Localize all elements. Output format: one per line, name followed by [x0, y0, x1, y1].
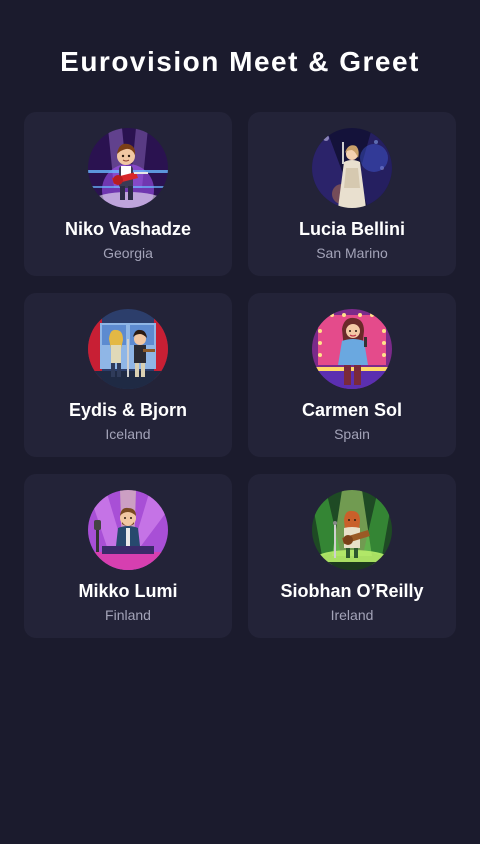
- artist-name: Eydis & Bjorn: [68, 400, 188, 420]
- artist-country: Finland: [105, 607, 151, 623]
- artist-avatar: [312, 490, 392, 570]
- page-title: Eurovision Meet & Greet: [60, 46, 420, 77]
- artist-country: Iceland: [105, 426, 151, 442]
- artist-avatar: [312, 309, 392, 389]
- artist-country: Ireland: [330, 607, 374, 623]
- artist-card[interactable]: Mikko Lumi Finland: [24, 474, 232, 638]
- artist-name: Niko Vashadze: [64, 219, 192, 239]
- artist-card[interactable]: Siobhan O’Reilly Ireland: [248, 474, 456, 638]
- artist-card[interactable]: Lucia Bellini San Marino: [248, 112, 456, 276]
- artist-country: Spain: [334, 426, 370, 442]
- artist-country: San Marino: [316, 245, 388, 261]
- artist-avatar: [88, 309, 168, 389]
- artist-grid: Niko Vashadze Georgia Lucia Bellini San …: [24, 112, 456, 638]
- artist-name: Carmen Sol: [301, 400, 403, 420]
- artist-name: Siobhan O’Reilly: [280, 581, 424, 601]
- artist-name: Lucia Bellini: [298, 219, 406, 239]
- artist-card[interactable]: Carmen Sol Spain: [248, 293, 456, 457]
- artist-card[interactable]: Eydis & Bjorn Iceland: [24, 293, 232, 457]
- artist-avatar: [88, 490, 168, 570]
- artist-card[interactable]: Niko Vashadze Georgia: [24, 112, 232, 276]
- artist-country: Georgia: [103, 245, 153, 261]
- artist-avatar: [312, 128, 392, 208]
- artist-name: Mikko Lumi: [78, 581, 178, 601]
- artist-avatar: [88, 128, 168, 208]
